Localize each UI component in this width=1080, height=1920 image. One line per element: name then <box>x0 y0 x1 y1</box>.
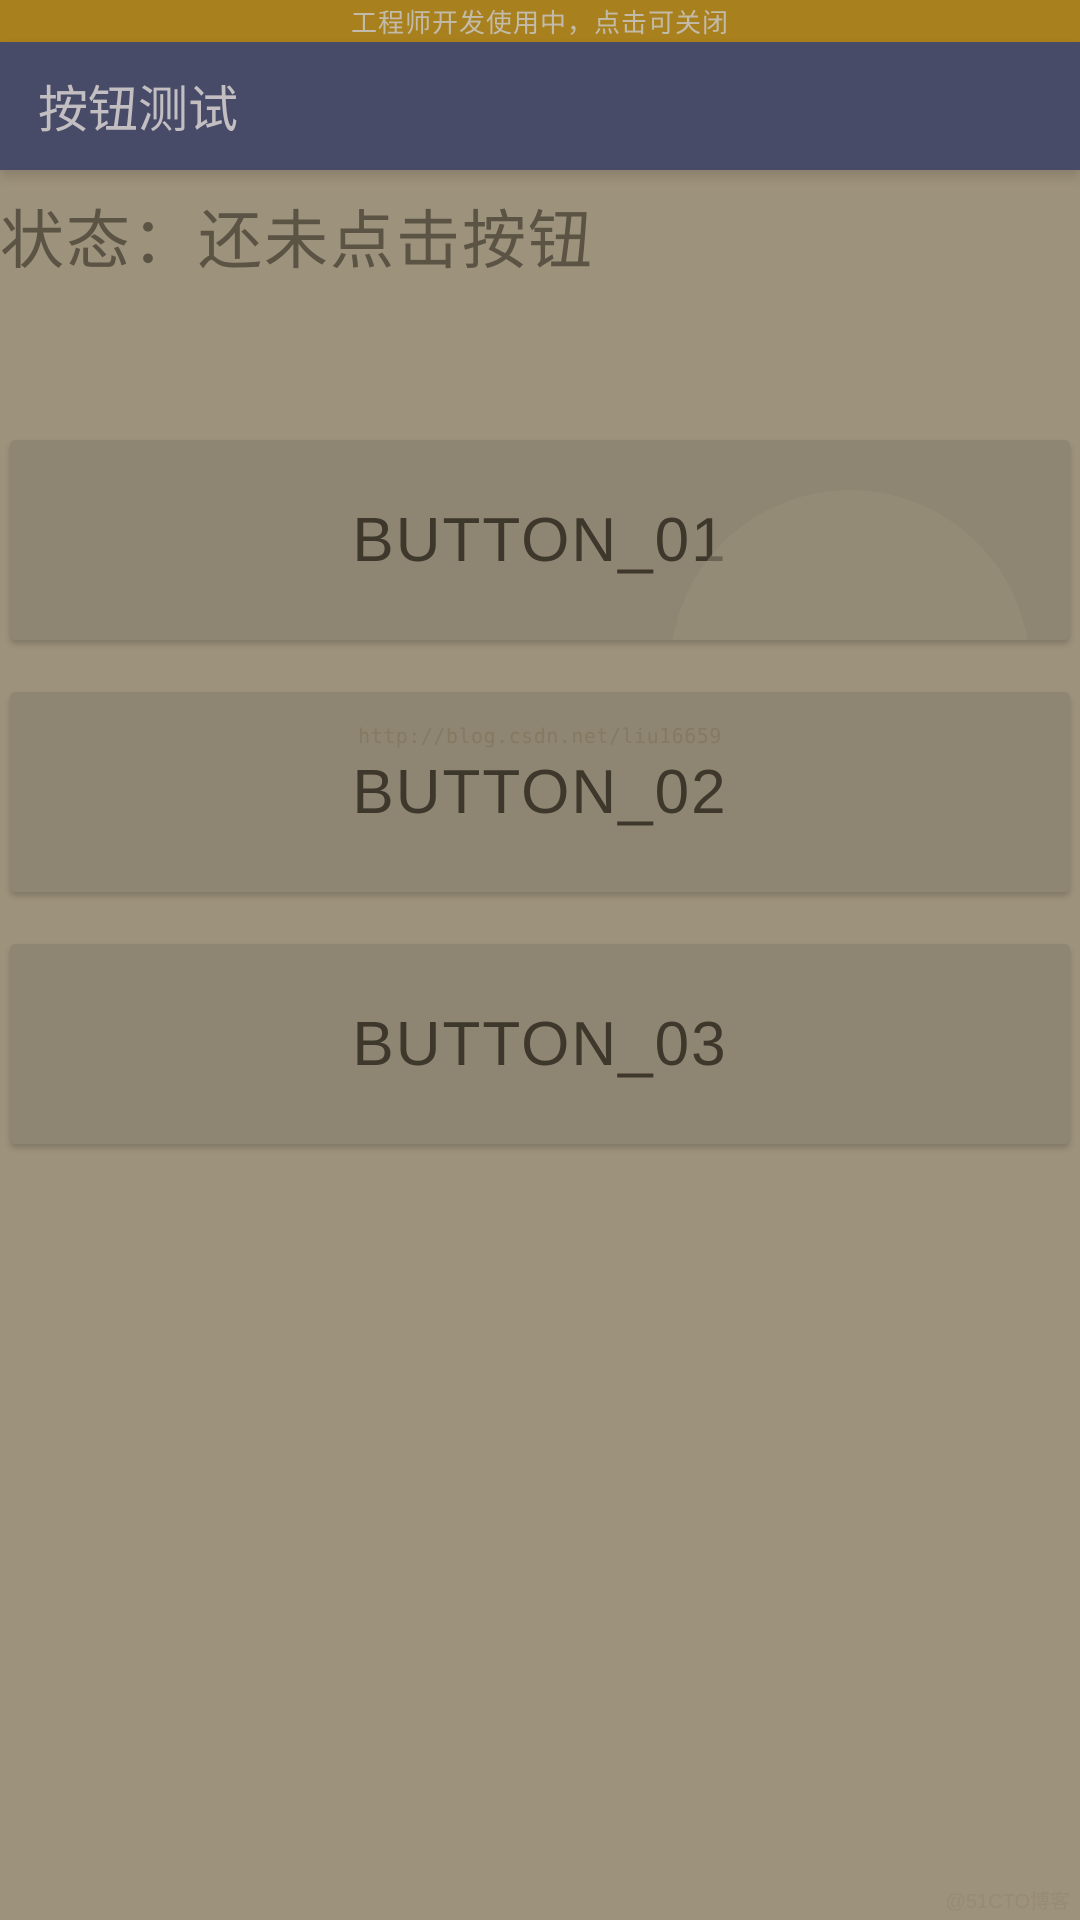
watermark-corner: @51CTO博客 <box>946 1885 1070 1914</box>
button-label: BUTTON_01 <box>352 506 727 575</box>
watermark-center: http://blog.csdn.net/liu16659 <box>358 724 722 748</box>
dev-banner-text: 工程师开发使用中，点击可关闭 <box>351 3 729 40</box>
button-03[interactable]: BUTTON_03 <box>10 944 1070 1144</box>
button-02[interactable]: BUTTON_02 <box>10 692 1070 892</box>
app-bar: 按钮测试 <box>0 42 1080 170</box>
button-label: BUTTON_03 <box>352 1010 727 1079</box>
app-bar-title: 按钮测试 <box>38 70 238 142</box>
status-text: 状态：还未点击按钮 <box>0 170 1080 282</box>
button-label: BUTTON_02 <box>352 758 727 827</box>
dev-banner[interactable]: 工程师开发使用中，点击可关闭 <box>0 0 1080 42</box>
button-01[interactable]: BUTTON_01 <box>10 440 1070 640</box>
button-container: BUTTON_01 BUTTON_02 BUTTON_03 <box>0 282 1080 1144</box>
